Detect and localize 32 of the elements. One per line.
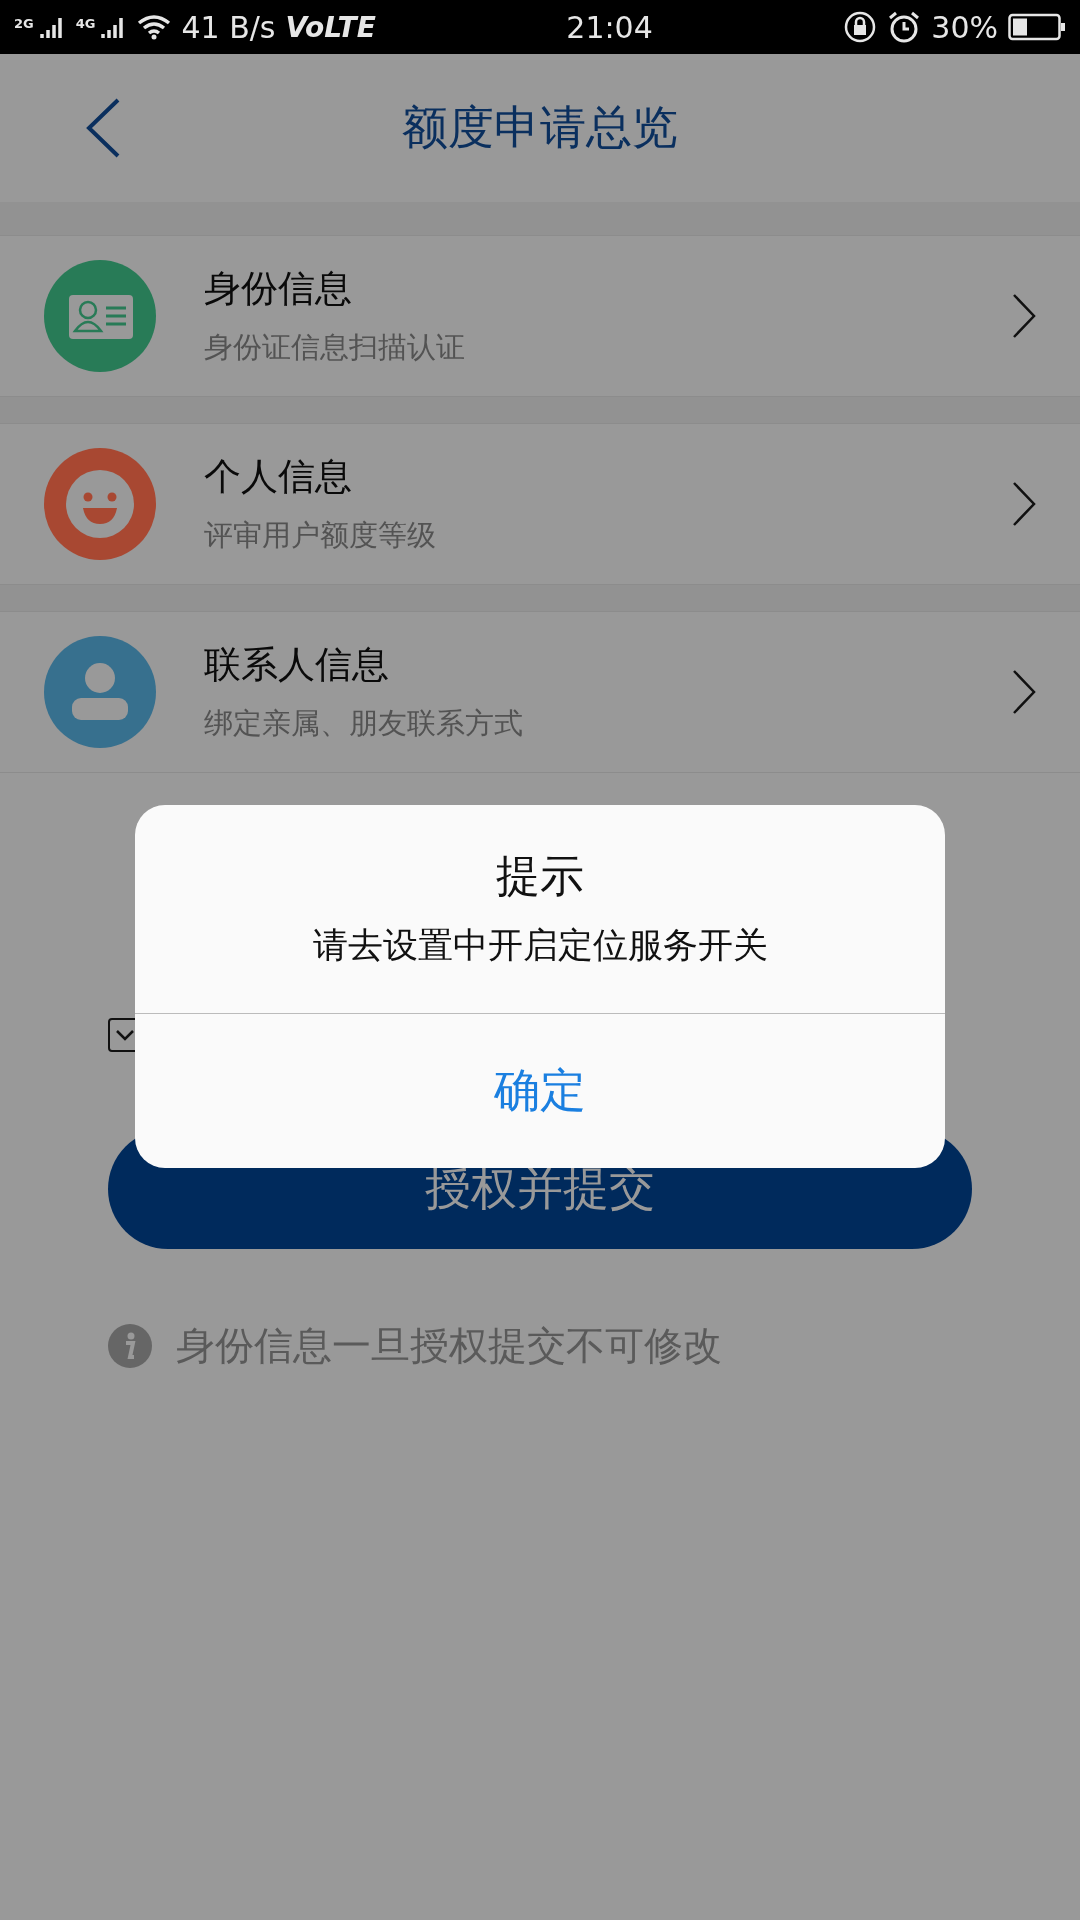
notice-text: 身份信息一旦授权提交不可修改 (176, 1322, 722, 1370)
chevron-right-icon (1012, 669, 1036, 715)
menu-row[interactable]: 联系人信息 绑定亲属、朋友联系方式 (0, 611, 1080, 773)
clock: 21:04 (565, 9, 654, 45)
checkmark-icon (115, 1028, 135, 1042)
chevron-right-icon (1012, 293, 1036, 339)
smiley-icon (44, 448, 156, 560)
volte-label: VoLTE (285, 10, 376, 44)
dialog-title: 提示 (496, 849, 584, 903)
id-card-icon (44, 260, 156, 372)
dialog-message: 请去设置中开启定位服务开关 (312, 924, 768, 967)
menu-row[interactable]: 个人信息 评审用户额度等级 (0, 423, 1080, 585)
network-label: 4G (75, 15, 96, 31)
menu-row[interactable]: 身份信息 身份证信息扫描认证 (0, 235, 1080, 397)
alarm-icon (887, 10, 922, 44)
page-title: 额度申请总览 (402, 99, 678, 156)
battery-percent: 30% (931, 9, 998, 45)
row-subtitle: 评审用户额度等级 (204, 517, 437, 554)
rotation-lock-icon (843, 10, 878, 44)
row-subtitle: 绑定亲属、朋友联系方式 (204, 705, 524, 742)
network-label: 2G (14, 15, 34, 31)
wifi-icon (137, 14, 172, 40)
row-title: 身份信息 (204, 266, 353, 312)
back-icon[interactable] (86, 98, 120, 158)
chevron-right-icon (1012, 481, 1036, 527)
network-speed: 41 B/s (181, 9, 276, 45)
row-title: 个人信息 (204, 454, 353, 500)
battery-icon (1008, 13, 1066, 41)
row-title: 联系人信息 (204, 642, 390, 688)
row-subtitle: 身份证信息扫描认证 (204, 329, 466, 366)
info-icon (108, 1324, 152, 1368)
person-icon (44, 636, 156, 748)
